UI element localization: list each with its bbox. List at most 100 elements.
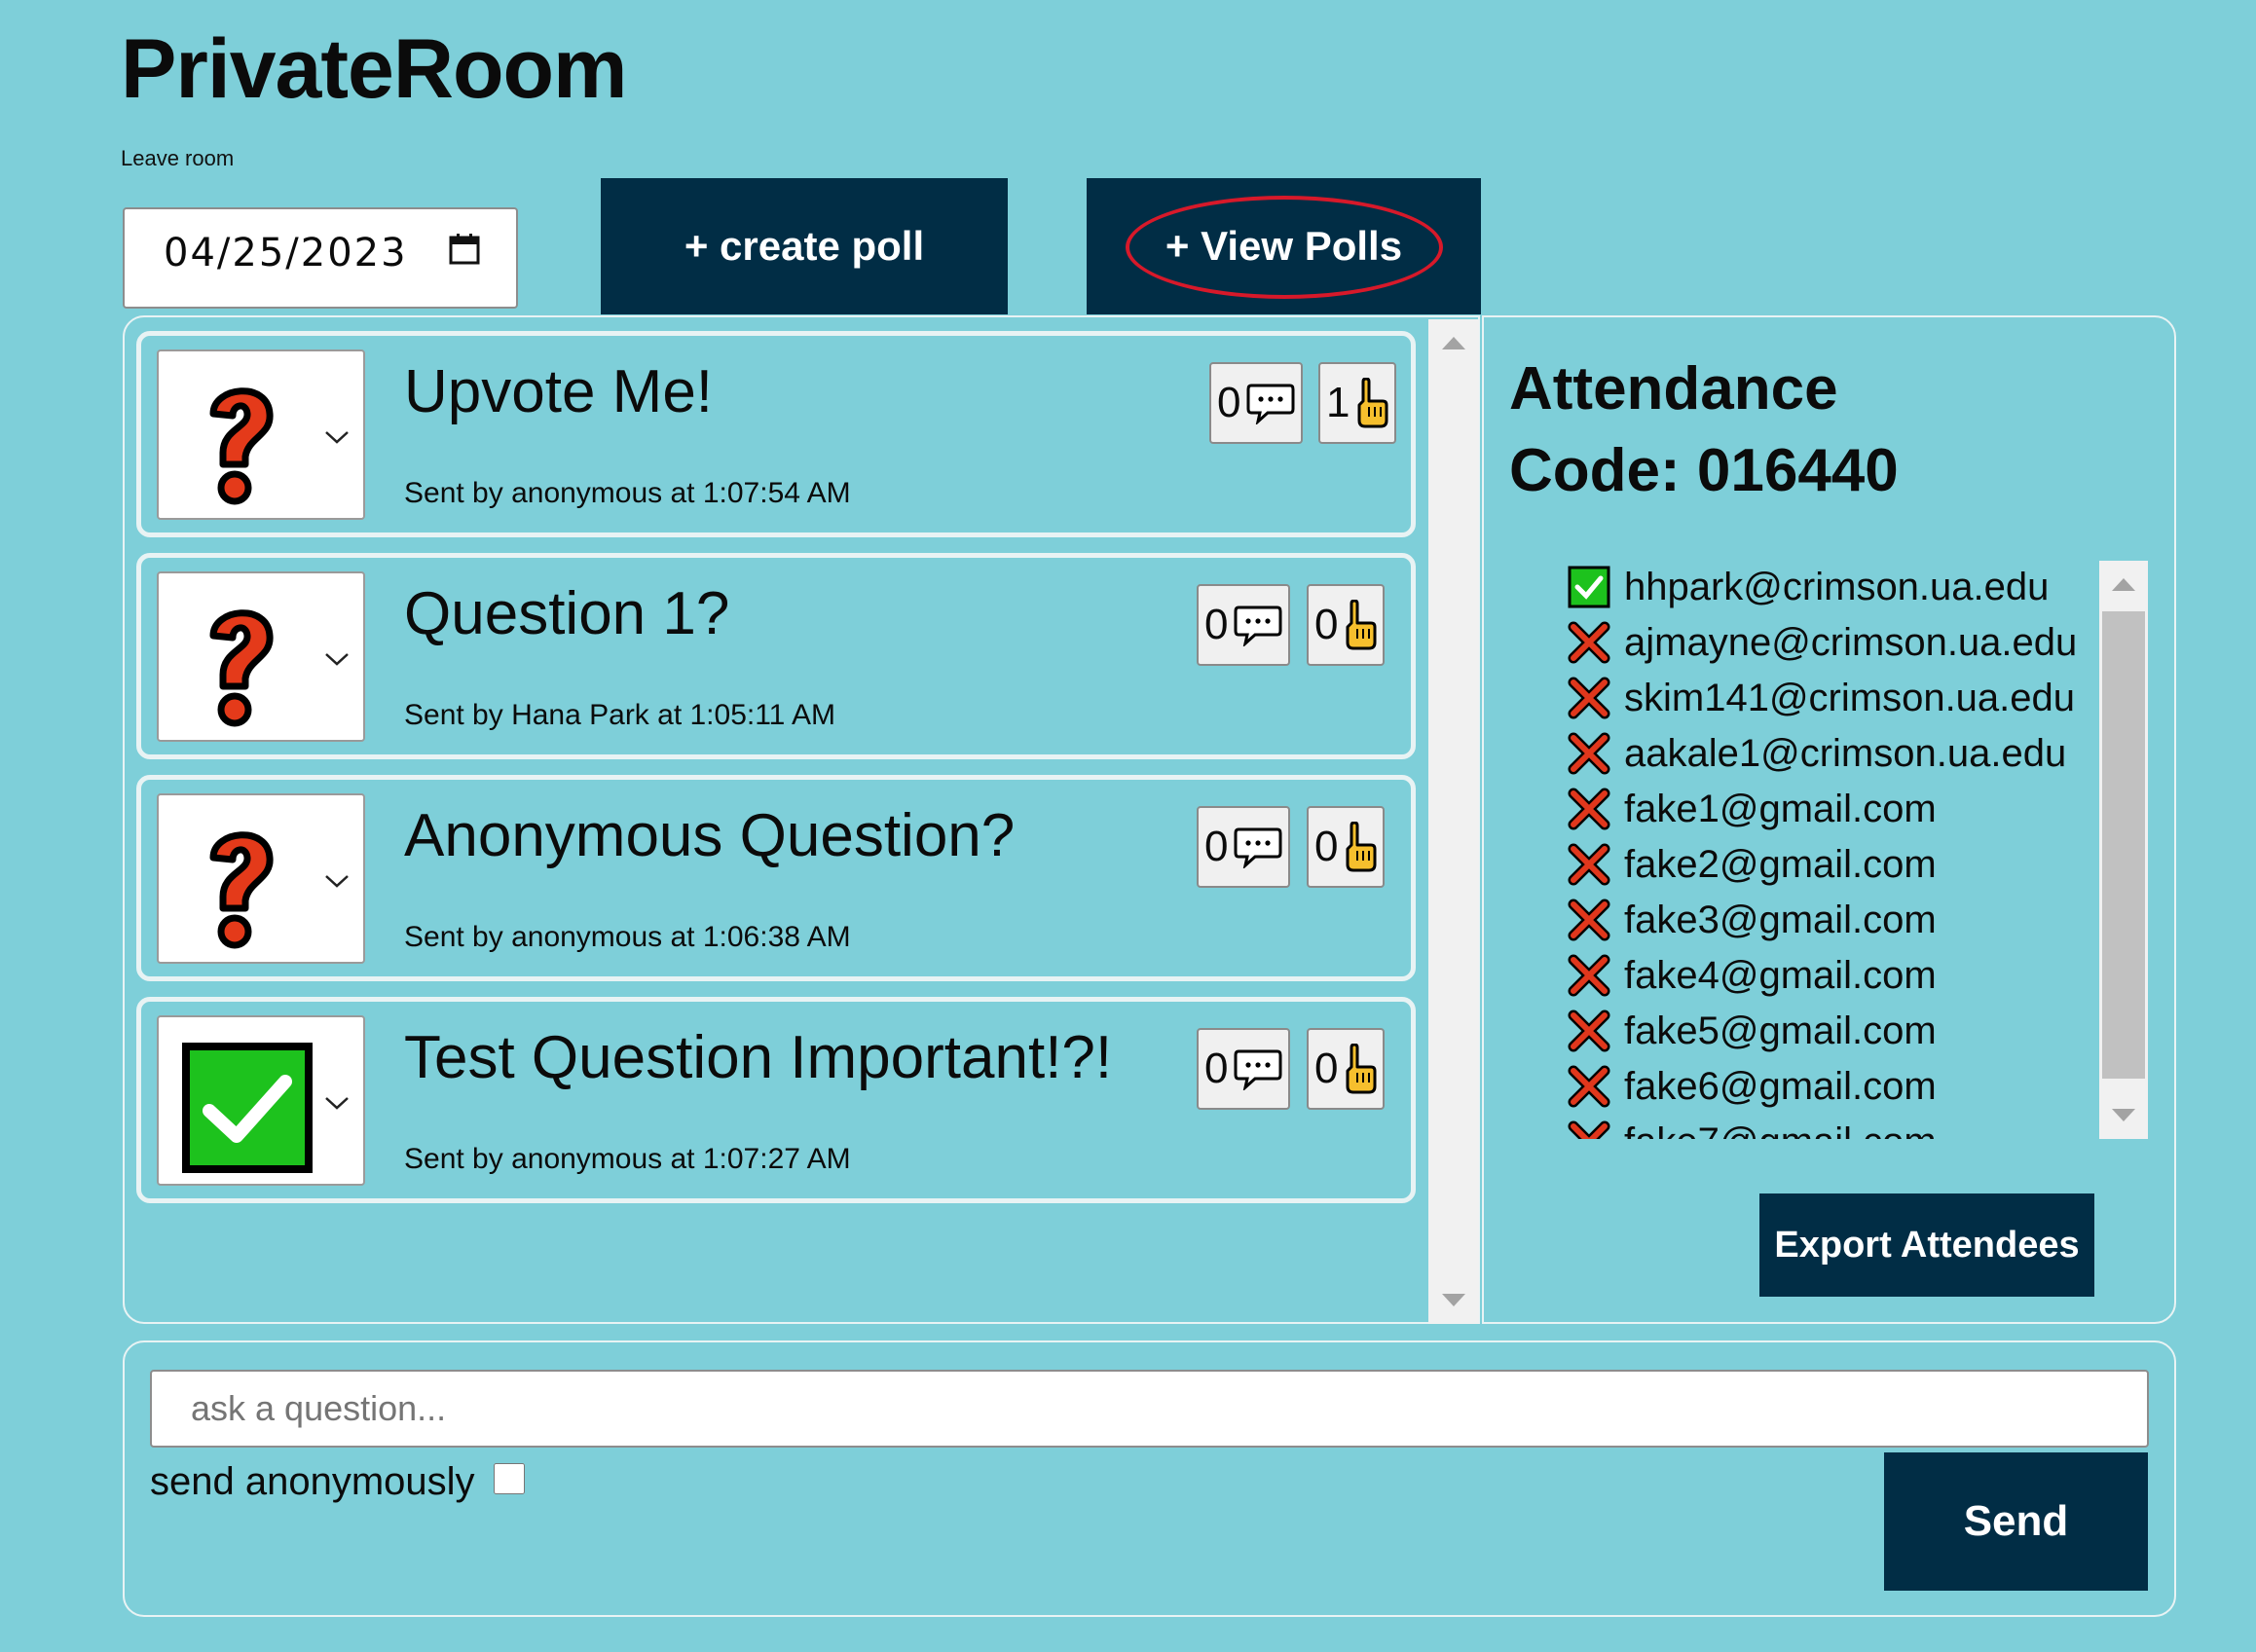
attendee-row: fake7@gmail.com [1568, 1115, 1937, 1139]
comment-icon [1246, 384, 1295, 424]
chevron-down-icon[interactable] [324, 873, 350, 889]
attendee-email: aakale1@crimson.ua.edu [1624, 731, 2067, 775]
comment-count: 0 [1204, 823, 1229, 870]
calendar-icon[interactable] [448, 233, 481, 266]
date-picker[interactable]: 04/25/2023 [123, 207, 518, 309]
attendee-row: fake6@gmail.com [1568, 1059, 1937, 1114]
comment-count: 0 [1204, 601, 1229, 648]
attendee-list: hhpark@crimson.ua.edu ajmayne@crimson.ua.… [1558, 560, 2150, 1139]
status-dropdown[interactable] [157, 571, 365, 742]
absent-x-icon [1568, 1065, 1610, 1108]
pointing-hand-icon [1346, 1044, 1377, 1094]
attendee-email: ajmayne@crimson.ua.edu [1624, 620, 2078, 664]
anonymous-checkbox[interactable] [494, 1463, 525, 1494]
attendee-row: fake1@gmail.com [1568, 782, 1937, 836]
question-mark-icon [209, 831, 274, 949]
upvote-button[interactable]: 0 [1307, 806, 1386, 888]
check-mark-icon [182, 1043, 313, 1173]
pointing-hand-icon [1357, 378, 1388, 428]
comment-icon [1234, 606, 1282, 646]
attendee-email: fake7@gmail.com [1624, 1120, 1937, 1140]
question-input[interactable] [150, 1370, 2149, 1448]
absent-x-icon [1568, 954, 1610, 997]
chevron-down-icon[interactable] [324, 429, 350, 445]
room-code: Code: 016440 [1509, 437, 1899, 504]
question-mark-icon [209, 387, 274, 505]
comment-count: 0 [1217, 379, 1241, 426]
view-polls-button[interactable]: + View Polls [1087, 178, 1481, 314]
scroll-down-arrow-icon[interactable] [1442, 1294, 1465, 1306]
question-title: Question 1? [404, 580, 730, 647]
attendee-row: ajmayne@crimson.ua.edu [1568, 615, 2077, 670]
comment-icon [1234, 1049, 1282, 1090]
comment-count: 0 [1204, 1045, 1229, 1092]
question-card[interactable]: Question 1? Sent by Hana Park at 1:05:11 … [136, 553, 1416, 759]
pointing-hand-icon [1346, 822, 1377, 872]
present-check-icon [1568, 566, 1610, 608]
upvote-count: 0 [1314, 1045, 1339, 1092]
attendee-email: fake1@gmail.com [1624, 787, 1937, 830]
status-dropdown[interactable] [157, 349, 365, 520]
attendee-row: fake4@gmail.com [1568, 948, 1937, 1003]
status-dropdown[interactable] [157, 1015, 365, 1186]
status-dropdown[interactable] [157, 793, 365, 964]
question-card[interactable]: Upvote Me! Sent by anonymous at 1:07:54 A… [136, 331, 1416, 537]
chevron-down-icon[interactable] [324, 1095, 350, 1111]
question-title: Anonymous Question? [404, 802, 1016, 869]
comments-button[interactable]: 0 [1197, 584, 1291, 666]
question-title: Upvote Me! [404, 358, 714, 425]
send-button[interactable]: Send [1884, 1452, 2148, 1591]
attendee-email: fake3@gmail.com [1624, 898, 1937, 941]
attendee-row: fake2@gmail.com [1568, 837, 1937, 892]
chevron-down-icon[interactable] [324, 651, 350, 667]
scroll-up-arrow-icon[interactable] [1442, 337, 1465, 349]
attendee-email: hhpark@crimson.ua.edu [1624, 565, 2050, 608]
question-card[interactable]: Anonymous Question? Sent by anonymous at … [136, 775, 1416, 981]
comments-button[interactable]: 0 [1209, 362, 1304, 444]
question-title: Test Question Important!?! [404, 1024, 1113, 1091]
question-meta: Sent by anonymous at 1:07:27 AM [404, 1143, 851, 1175]
question-mark-icon [209, 609, 274, 727]
anonymous-label: send anonymously [150, 1460, 475, 1503]
upvote-count: 1 [1326, 379, 1350, 426]
attendee-email: fake6@gmail.com [1624, 1064, 1937, 1108]
question-card[interactable]: Test Question Important!?! Sent by anonym… [136, 997, 1416, 1203]
leave-room-link[interactable]: Leave room [121, 146, 234, 171]
attendee-email: fake2@gmail.com [1624, 842, 1937, 886]
absent-x-icon [1568, 677, 1610, 719]
attendee-row: aakale1@crimson.ua.edu [1568, 726, 2066, 781]
absent-x-icon [1568, 732, 1610, 775]
highlight-circle [1126, 196, 1443, 299]
scroll-down-arrow-icon[interactable] [2112, 1109, 2135, 1121]
feed-scrollbar[interactable] [1428, 319, 1479, 1324]
absent-x-icon [1568, 788, 1610, 830]
upvote-count: 0 [1314, 823, 1339, 870]
scroll-up-arrow-icon[interactable] [2112, 578, 2135, 591]
attendance-title: Attendance [1509, 355, 1838, 422]
absent-x-icon [1568, 1120, 1610, 1139]
attendance-heading: Attendance Code: 016440 [1509, 349, 1899, 512]
export-attendees-button[interactable]: Export Attendees [1759, 1193, 2094, 1297]
attendee-email: skim141@crimson.ua.edu [1624, 676, 2076, 719]
absent-x-icon [1568, 843, 1610, 886]
upvote-button[interactable]: 1 [1318, 362, 1397, 444]
scroll-thumb[interactable] [2102, 611, 2145, 1079]
attendee-row: skim141@crimson.ua.edu [1568, 671, 2075, 725]
comment-icon [1234, 827, 1282, 868]
upvote-button[interactable]: 0 [1307, 584, 1386, 666]
page-title: PrivateRoom [121, 22, 627, 116]
absent-x-icon [1568, 1010, 1610, 1052]
question-meta: Sent by anonymous at 1:07:54 AM [404, 477, 851, 509]
attendee-email: fake5@gmail.com [1624, 1009, 1937, 1052]
create-poll-button[interactable]: + create poll [601, 178, 1008, 314]
comments-button[interactable]: 0 [1197, 806, 1291, 888]
upvote-button[interactable]: 0 [1307, 1028, 1386, 1110]
attendee-row: hhpark@crimson.ua.edu [1568, 560, 2049, 614]
upvote-count: 0 [1314, 601, 1339, 648]
comments-button[interactable]: 0 [1197, 1028, 1291, 1110]
pointing-hand-icon [1346, 600, 1377, 650]
attendee-scrollbar[interactable] [2099, 561, 2148, 1139]
attendee-email: fake4@gmail.com [1624, 953, 1937, 997]
attendee-row: fake5@gmail.com [1568, 1004, 1937, 1058]
attendee-row: fake3@gmail.com [1568, 893, 1937, 947]
